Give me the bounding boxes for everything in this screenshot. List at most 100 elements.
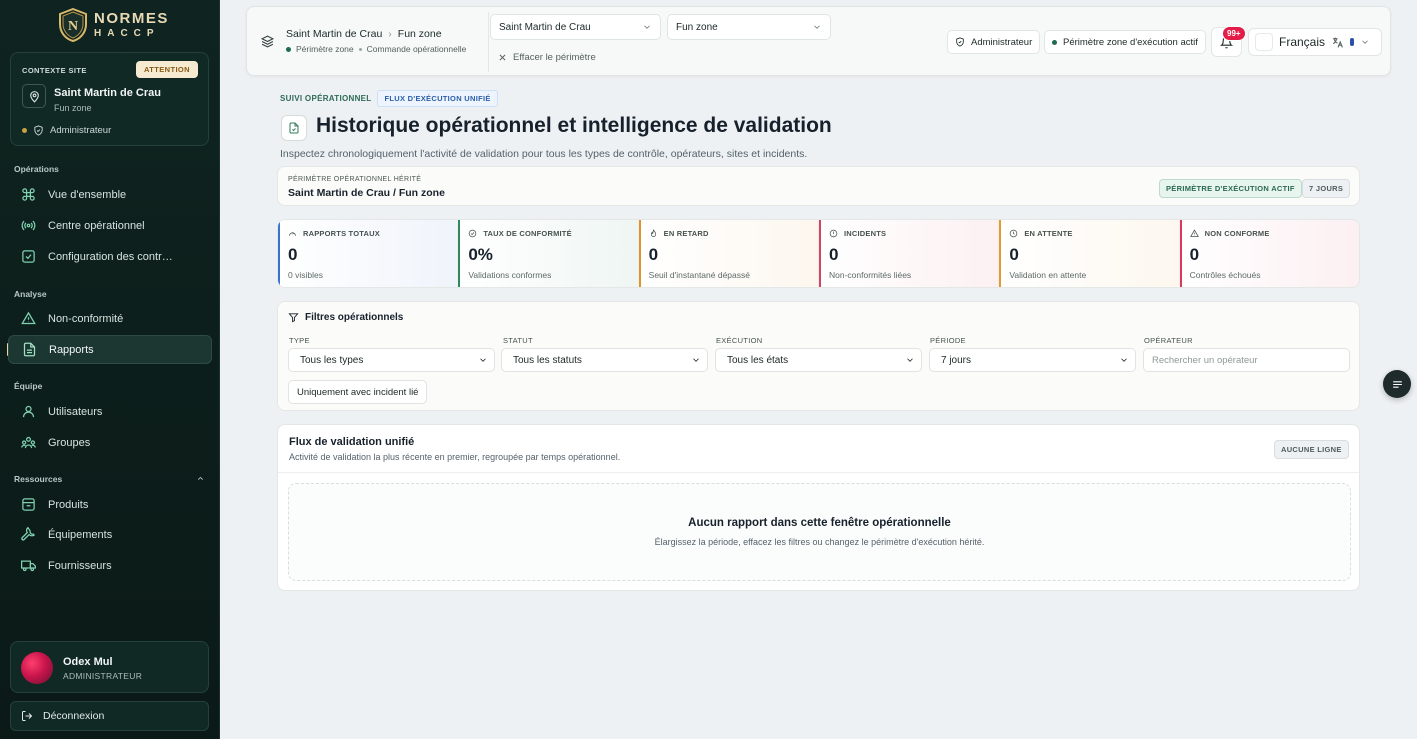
section-ressources: Ressources: [14, 474, 63, 484]
validation-flow-card: Flux de validation unifié Activité de va…: [277, 424, 1360, 591]
language-select[interactable]: Français: [1248, 28, 1382, 56]
days-tag: 7 JOURS: [1302, 179, 1351, 198]
stat-value: 0: [288, 245, 298, 264]
floating-menu-button[interactable]: [1383, 370, 1411, 398]
stat-label-text: EN RETARD: [663, 229, 709, 238]
context-role-label: Administrateur: [50, 125, 112, 136]
user-profile-card[interactable]: Odex Mul ADMINISTRATEUR: [10, 641, 209, 693]
warning-triangle-icon: [1189, 229, 1199, 237]
users-group-icon: [20, 435, 36, 451]
flux-subtitle: Activité de validation la plus récente e…: [289, 452, 621, 462]
user-role: ADMINISTRATEUR: [63, 671, 143, 681]
list-icon: [1392, 380, 1402, 388]
operator-search-input[interactable]: [1143, 348, 1350, 372]
status-dot-icon: [1052, 39, 1057, 45]
period-filter-select[interactable]: 7 jours: [929, 348, 1136, 372]
breadcrumb-zone[interactable]: Fun zone: [398, 28, 442, 40]
stat-sub: Contrôles échoués: [1189, 270, 1261, 280]
page-description: Inspectez chronologiquement l'activité d…: [280, 148, 808, 160]
scope-active-pill: Périmètre zone d'exécution actif: [1044, 30, 1206, 54]
status-filter-select[interactable]: Tous les statuts: [501, 348, 708, 372]
site-select-value: Saint Martin de Crau: [499, 21, 591, 33]
sidebar-item-label: Utilisateurs: [48, 405, 103, 418]
context-site-name: Saint Martin de Crau: [54, 87, 161, 99]
sidebar-item-products[interactable]: Produits: [8, 490, 212, 519]
brand-line1: NORMES: [94, 10, 169, 27]
sidebar-item-controls-config[interactable]: Configuration des contr…: [8, 242, 212, 271]
sidebar-item-ops-center[interactable]: Centre opérationnel: [8, 211, 212, 240]
sidebar-item-users[interactable]: Utilisateurs: [8, 397, 212, 426]
scope-active-label: Périmètre zone d'exécution actif: [1063, 36, 1198, 48]
zone-select[interactable]: Fun zone: [667, 14, 831, 40]
stat-accent-bar: [638, 220, 641, 287]
command-sub-label: Commande opérationnelle: [366, 44, 467, 54]
stat-sub: Validations conformes: [468, 270, 552, 280]
checkbox-icon: [20, 249, 36, 265]
status-dot-icon: [286, 46, 291, 52]
logout-button[interactable]: Déconnexion: [10, 701, 209, 731]
sidebar-item-label: Groupes: [48, 436, 91, 449]
scope-value: Saint Martin de Crau / Fun zone: [288, 187, 445, 199]
logout-label: Déconnexion: [43, 710, 105, 722]
divider: [278, 472, 1359, 473]
sidebar-item-label: Centre opérationnel: [48, 219, 145, 232]
period-filter-label: PÉRIODE: [930, 336, 966, 345]
sidebar-item-reports[interactable]: Rapports: [8, 335, 212, 364]
execution-filter-select[interactable]: Tous les états: [715, 348, 922, 372]
filters-card: Filtres opérationnels TYPE Tous les type…: [277, 301, 1360, 411]
execution-filter-label: EXÉCUTION: [716, 336, 763, 345]
eyebrow-label: SUIVI OPÉRATIONNEL: [280, 94, 372, 103]
stat-label-text: RAPPORTS TOTAUX: [303, 229, 380, 238]
breadcrumb: Saint Martin de Crau › Fun zone: [286, 28, 442, 40]
divider: [488, 12, 489, 72]
stat-label: TAUX DE CONFORMITÉ: [468, 229, 572, 238]
site-context-card[interactable]: CONTEXTE SITE ATTENTION Saint Martin de …: [10, 52, 209, 146]
stat-label-text: TAUX DE CONFORMITÉ: [483, 229, 572, 238]
shield-check-icon: [34, 125, 43, 136]
context-label: CONTEXTE SITE: [22, 66, 87, 75]
wrench-icon: [20, 527, 36, 543]
stat-value: 0: [828, 245, 839, 264]
clear-scope-button[interactable]: Effacer le périmètre: [498, 52, 596, 63]
stat-total-reports: RAPPORTS TOTAUX 0 0 visibles: [278, 220, 459, 287]
section-operations: Opérations: [14, 164, 59, 174]
breadcrumb-site[interactable]: Saint Martin de Crau: [286, 28, 382, 40]
chevron-up-icon[interactable]: [196, 474, 205, 483]
sidebar-item-non-conformity[interactable]: Non-conformité: [8, 304, 212, 333]
logout-icon: [22, 711, 33, 721]
sidebar-item-groups[interactable]: Groupes: [8, 428, 212, 457]
chevron-down-icon: [644, 25, 650, 29]
brand-logo[interactable]: N NORMES HACCP: [58, 8, 169, 42]
brand-line2: HACCP: [94, 28, 160, 39]
scope-label: PÉRIMÈTRE OPÉRATIONNEL HÉRITÉ: [288, 176, 422, 183]
shield-logo-icon: N: [59, 8, 87, 42]
stat-accent-bar: [278, 220, 280, 287]
empty-state: Aucun rapport dans cette fenêtre opérati…: [288, 483, 1351, 581]
report-file-icon: [281, 115, 307, 141]
filter-icon: [288, 313, 299, 323]
section-equipe: Équipe: [14, 381, 43, 391]
no-rows-tag: AUCUNE LIGNE: [1274, 440, 1349, 459]
sidebar-item-equipment[interactable]: Équipements: [8, 520, 212, 549]
avatar: [21, 652, 53, 684]
truck-icon: [20, 558, 36, 574]
stat-value: 0: [1189, 245, 1200, 264]
scope-sub-label: Périmètre zone: [296, 44, 354, 54]
flux-title: Flux de validation unifié: [289, 436, 415, 448]
shield-icon: [956, 37, 964, 47]
sidebar-item-overview[interactable]: Vue d'ensemble: [8, 180, 212, 209]
sidebar-item-label: Équipements: [48, 528, 113, 541]
stat-sub: Non-conformités liées: [828, 270, 912, 280]
sidebar-item-suppliers[interactable]: Fournisseurs: [8, 551, 212, 580]
sidebar-item-label: Configuration des contr…: [48, 250, 173, 263]
sidebar-item-label: Fournisseurs: [48, 559, 112, 572]
stat-accent-bar: [818, 220, 821, 287]
status-filter-value: Tous les statuts: [513, 354, 582, 366]
stat-sub: Seuil d'instantané dépassé: [648, 270, 750, 280]
inherited-scope-card: PÉRIMÈTRE OPÉRATIONNEL HÉRITÉ Saint Mart…: [277, 166, 1360, 206]
stat-label: EN ATTENTE: [1009, 229, 1072, 238]
incident-only-button[interactable]: Uniquement avec incident lié: [288, 380, 428, 404]
site-select[interactable]: Saint Martin de Crau: [490, 14, 661, 40]
type-filter-select[interactable]: Tous les types: [288, 348, 495, 372]
page-eyebrow: SUIVI OPÉRATIONNEL FLUX D'EXÉCUTION UNIF…: [280, 90, 498, 107]
